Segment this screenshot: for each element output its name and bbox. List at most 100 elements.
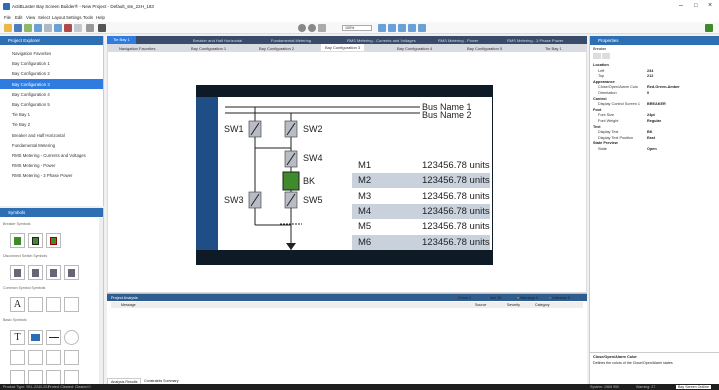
project-item[interactable]: Breaker and Half Horizontal (0, 130, 103, 140)
menu-layout[interactable]: Layout (52, 15, 65, 20)
meter-row[interactable]: M6 123456.78 units (352, 234, 490, 250)
project-item[interactable]: Bay Configuration 4 (0, 89, 103, 99)
menu-help[interactable]: Help (96, 15, 105, 20)
property-category[interactable]: Text (593, 125, 601, 129)
bus-symbol-icon[interactable] (10, 370, 25, 385)
print-icon[interactable] (86, 24, 94, 32)
col-category[interactable]: Category (535, 303, 550, 307)
property-category[interactable]: State Preview (593, 141, 618, 145)
preview-icon[interactable] (408, 24, 416, 32)
export-icon[interactable] (418, 24, 426, 32)
tab-rms-3phase[interactable]: RMS Metering - 3 Phase Power (507, 38, 563, 43)
project-item[interactable]: Bay Configuration 5 (0, 99, 103, 109)
undo-icon[interactable] (298, 24, 306, 32)
zoom-in-icon[interactable] (378, 24, 386, 32)
disconnect-alarm-symbol-icon[interactable] (64, 265, 79, 280)
property-value[interactable]: BREAKER (647, 102, 666, 106)
new-icon[interactable] (24, 24, 32, 32)
fit-icon[interactable] (398, 24, 406, 32)
sw4-label[interactable]: SW4 (303, 153, 323, 163)
breaker-closed-symbol-icon[interactable] (46, 233, 61, 248)
capacitor-symbol-icon[interactable] (28, 370, 43, 385)
sw2-label[interactable]: SW2 (303, 124, 323, 134)
sw3-label[interactable]: SW3 (224, 195, 244, 205)
group-breaker-symbols[interactable]: Breaker Symbols (3, 222, 30, 226)
project-item[interactable]: Navigation Favorites (0, 48, 103, 58)
meter-row[interactable]: M4 123456.78 units (352, 203, 490, 219)
rectangle-symbol-icon[interactable] (10, 350, 25, 365)
property-category[interactable]: Location (593, 63, 609, 67)
arrow-symbol-icon[interactable] (64, 370, 79, 385)
project-item[interactable]: Bay Configuration 2 (0, 68, 103, 78)
symbols-scrollbar[interactable] (99, 218, 103, 388)
col-message[interactable]: Message (121, 303, 136, 307)
subtab-bay-config-2[interactable]: Bay Configuration 2 (259, 46, 294, 51)
grid-icon[interactable] (34, 24, 42, 32)
reactor-symbol-icon[interactable] (64, 350, 79, 365)
bus-name-2[interactable]: Bus Name 2 (422, 110, 472, 120)
project-item[interactable]: RMS Metering - Currents and Voltages (0, 150, 103, 160)
circle-symbol-icon[interactable] (64, 330, 79, 345)
meter-row[interactable]: M3 123456.78 units (352, 189, 490, 204)
subtab-navigation[interactable]: Navigation Favorites (119, 46, 155, 51)
group-common-symbols[interactable]: Common Symbol Symbols (3, 286, 45, 290)
group-disconnect-symbols[interactable]: Disconnect Switch Symbols (3, 254, 47, 258)
ground-symbol-icon[interactable] (28, 350, 43, 365)
property-value[interactable]: 212 (647, 74, 653, 78)
sort-categorized-icon[interactable] (593, 53, 601, 59)
sort-alpha-icon[interactable] (602, 53, 610, 59)
project-item[interactable]: Bay Configuration 3 (0, 78, 103, 89)
info-filter[interactable]: ● Info 18 (487, 296, 501, 300)
property-value[interactable]: East (647, 136, 655, 140)
project-item[interactable]: Fundamental Metering (0, 140, 103, 150)
errors-filter[interactable]: ● Errors 2 (455, 296, 471, 300)
menu-tools[interactable]: Tools (83, 15, 93, 20)
home-icon[interactable] (98, 24, 106, 32)
subtab-bay-config-3[interactable]: Bay Configuration 3 (321, 44, 365, 51)
menu-file[interactable]: File (4, 15, 11, 20)
image-symbol-icon[interactable] (28, 297, 43, 312)
property-value[interactable]: BK (647, 130, 652, 134)
meter-row[interactable]: M2 123456.78 units (352, 173, 490, 189)
subtab-bay-config-1[interactable]: Bay Configuration 1 (191, 46, 226, 51)
project-item[interactable]: Bay Configuration 1 (0, 58, 103, 68)
menu-view[interactable]: View (26, 15, 35, 20)
layout-icon[interactable] (54, 24, 62, 32)
meter-row[interactable]: M5 123456.78 units (352, 219, 490, 234)
property-category[interactable]: Control (593, 97, 607, 101)
zoom-out-icon[interactable] (388, 24, 396, 32)
maximize-button[interactable]: □ (694, 3, 698, 9)
redo-icon[interactable] (308, 24, 316, 32)
unknown-filter[interactable]: ● Unknown 0 (549, 296, 570, 300)
property-value[interactable]: Regular (647, 119, 661, 123)
property-value[interactable]: Red-Green-Amber (647, 85, 680, 89)
menu-settings[interactable]: Settings (66, 15, 82, 20)
sw1-label[interactable]: SW1 (224, 124, 244, 134)
disconnect-symbol-icon[interactable] (10, 265, 25, 280)
project-item[interactable]: RMS Metering - Power (0, 160, 103, 170)
group-basic-symbols[interactable]: Basic Symbols (3, 318, 27, 322)
property-category[interactable]: Appearance (593, 80, 615, 84)
screen-symbol-icon[interactable] (28, 330, 43, 345)
property-value[interactable]: 0 (647, 91, 649, 95)
connect-icon[interactable] (705, 24, 713, 32)
menu-select[interactable]: Select (38, 15, 50, 20)
zoom-select[interactable]: 100% (342, 25, 372, 31)
project-item[interactable]: RMS Metering - 3 Phase Power (0, 170, 103, 180)
delete-icon[interactable] (64, 24, 72, 32)
link-symbol-icon[interactable] (46, 297, 61, 312)
property-value[interactable]: Open (647, 147, 657, 151)
meter-row[interactable]: M1 123456.78 units (352, 158, 490, 173)
tab-rms-currents[interactable]: RMS Metering - Currents and Voltages (347, 38, 416, 43)
save-icon[interactable] (14, 24, 22, 32)
text-symbol-icon[interactable]: A (10, 297, 25, 312)
col-severity[interactable]: Severity (507, 303, 520, 307)
disconnect-open-symbol-icon[interactable] (28, 265, 43, 280)
minimize-button[interactable]: – (679, 2, 683, 9)
status-outline[interactable]: Bay Screen Outline (676, 384, 711, 389)
disconnect-closed-symbol-icon[interactable] (46, 265, 61, 280)
property-value[interactable]: 234 (647, 69, 653, 73)
project-item[interactable]: Tie Bay 1 (0, 109, 103, 119)
fuse-symbol-icon[interactable] (46, 370, 61, 385)
open-icon[interactable] (4, 24, 12, 32)
